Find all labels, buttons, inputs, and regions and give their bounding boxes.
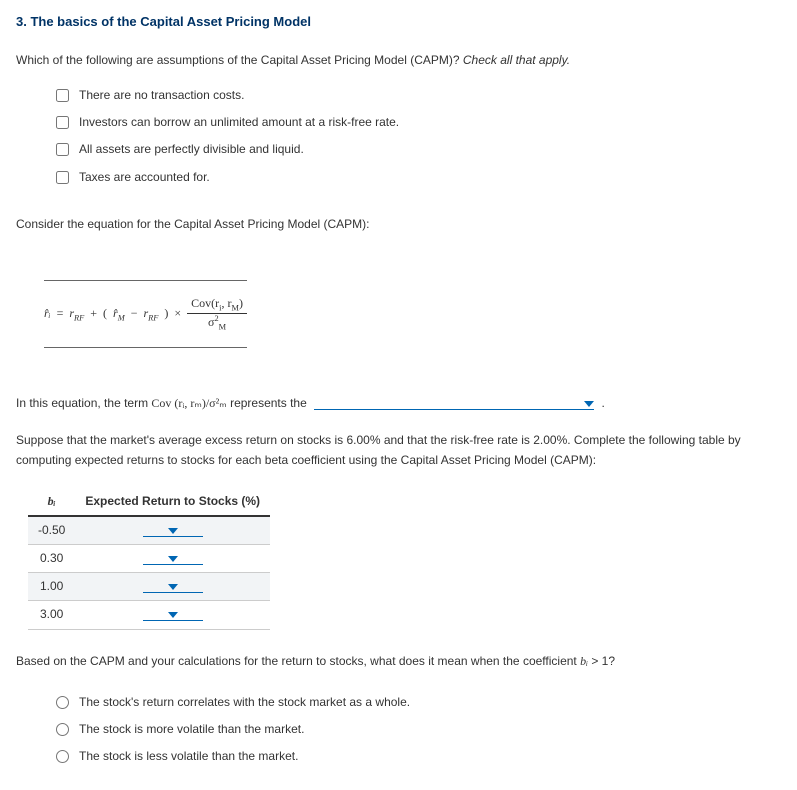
eq-lp: (	[103, 304, 107, 323]
beta-3: 3.00	[28, 601, 75, 629]
col-return: Expected Return to Stocks (%)	[75, 488, 270, 516]
radio-2[interactable]	[56, 750, 69, 763]
check-label-0: There are no transaction costs.	[79, 86, 244, 105]
section-title: 3. The basics of the Capital Asset Prici…	[16, 12, 781, 33]
radio-option-1[interactable]: The stock is more volatile than the mark…	[56, 716, 781, 743]
chevron-down-icon	[168, 612, 178, 618]
eq-fraction: Cov(ri, rM) σ2M	[187, 297, 247, 331]
eq-rm: r̂M	[113, 304, 125, 325]
eq-rrf2: rRF	[143, 304, 158, 325]
return-dropdown-3[interactable]	[143, 605, 203, 621]
q2-line: In this equation, the term Cov (rᵢ, rₘ)/…	[16, 394, 781, 413]
q3-a: Based on the CAPM and your calculations …	[16, 654, 580, 668]
check-option-3[interactable]: Taxes are accounted for.	[56, 164, 781, 191]
eq-lhs: r̂ᵢ	[44, 304, 51, 323]
radio-0[interactable]	[56, 696, 69, 709]
radio-label-1: The stock is more volatile than the mark…	[79, 720, 304, 739]
table-row: -0.50	[28, 516, 270, 545]
chevron-down-icon	[168, 584, 178, 590]
capm-equation: r̂ᵢ = rRF + ( r̂M − rRF ) × Cov(ri, rM) …	[44, 280, 247, 348]
q1-hint: Check all that apply.	[463, 53, 570, 67]
eq-plus: +	[90, 304, 97, 323]
check-option-1[interactable]: Investors can borrow an unlimited amount…	[56, 109, 781, 136]
q3-line: Based on the CAPM and your calculations …	[16, 652, 781, 671]
checkbox-2[interactable]	[56, 143, 69, 156]
answer-dropdown-term[interactable]	[314, 394, 594, 410]
beta-table: bᵢ Expected Return to Stocks (%) -0.50 0…	[28, 488, 270, 630]
checkbox-1[interactable]	[56, 116, 69, 129]
radio-1[interactable]	[56, 723, 69, 736]
eq-minus: −	[131, 304, 138, 323]
table-row: 0.30	[28, 545, 270, 573]
return-dropdown-1[interactable]	[143, 549, 203, 565]
return-dropdown-2[interactable]	[143, 577, 203, 593]
q2-b: represents the	[227, 396, 310, 410]
radio-label-2: The stock is less volatile than the mark…	[79, 747, 298, 766]
chevron-down-icon	[584, 401, 594, 407]
radio-list: The stock's return correlates with the s…	[56, 689, 781, 771]
check-label-1: Investors can borrow an unlimited amount…	[79, 113, 399, 132]
eq-equals: =	[57, 304, 64, 323]
q2-term: Cov (rᵢ, rₘ)/σ²ₘ	[151, 396, 226, 410]
checkbox-0[interactable]	[56, 89, 69, 102]
check-option-2[interactable]: All assets are perfectly divisible and l…	[56, 136, 781, 163]
q3-c: > 1?	[588, 654, 615, 668]
chevron-down-icon	[168, 528, 178, 534]
checkbox-list: There are no transaction costs. Investor…	[56, 82, 781, 191]
radio-option-0[interactable]: The stock's return correlates with the s…	[56, 689, 781, 716]
suppose-text: Suppose that the market's average excess…	[16, 431, 781, 469]
check-label-3: Taxes are accounted for.	[79, 168, 210, 187]
check-label-2: All assets are perfectly divisible and l…	[79, 140, 304, 159]
beta-0: -0.50	[28, 516, 75, 545]
q1-intro: Which of the following are assumptions o…	[16, 51, 781, 70]
radio-label-0: The stock's return correlates with the s…	[79, 693, 410, 712]
q2-a: In this equation, the term	[16, 396, 151, 410]
chevron-down-icon	[168, 556, 178, 562]
check-option-0[interactable]: There are no transaction costs.	[56, 82, 781, 109]
beta-1: 0.30	[28, 545, 75, 573]
q3-b: bᵢ	[580, 654, 588, 668]
q1-text: Which of the following are assumptions o…	[16, 53, 463, 67]
table-row: 1.00	[28, 573, 270, 601]
beta-2: 1.00	[28, 573, 75, 601]
eq-times: ×	[174, 304, 181, 323]
col-beta: bᵢ	[28, 488, 75, 516]
return-dropdown-0[interactable]	[143, 521, 203, 537]
table-row: 3.00	[28, 601, 270, 629]
radio-option-2[interactable]: The stock is less volatile than the mark…	[56, 743, 781, 770]
consider-text: Consider the equation for the Capital As…	[16, 215, 781, 234]
checkbox-3[interactable]	[56, 171, 69, 184]
eq-rp: )	[164, 304, 168, 323]
q2-c: .	[598, 396, 605, 410]
eq-rrf1: rRF	[69, 304, 84, 325]
